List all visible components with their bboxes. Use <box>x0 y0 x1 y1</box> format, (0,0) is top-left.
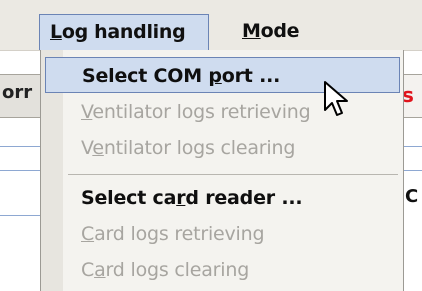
background-tab-right-text: s <box>404 83 414 107</box>
menu-mode-label: ode <box>260 20 300 42</box>
menu-item-mnemonic: e <box>92 137 104 159</box>
menu-item-card-logs-clearing[interactable]: Card logs clearing <box>41 252 403 288</box>
menu-item-label-post: ort ... <box>221 65 281 87</box>
menu-item-mnemonic: a <box>94 259 106 281</box>
menu-item-ventilator-logs-clearing[interactable]: Ventilator logs clearing <box>41 130 403 166</box>
background-divider <box>0 146 40 147</box>
menu-item-label-post: ard logs retrieving <box>94 223 265 245</box>
menu-item-mnemonic: p <box>208 65 222 87</box>
menu-log-handling-mnemonic: L <box>50 21 62 43</box>
menu-item-card-logs-retrieving[interactable]: Card logs retrieving <box>41 216 403 252</box>
menu-item-label-pre: V <box>81 137 93 159</box>
menu-item-mnemonic: V <box>81 101 93 123</box>
background-divider <box>404 170 422 171</box>
menu-separator <box>68 174 398 175</box>
menu-item-select-card-reader[interactable]: Select card reader ... <box>41 180 403 216</box>
background-divider <box>404 146 422 147</box>
background-divider <box>0 170 40 171</box>
menu-mode-mnemonic: M <box>242 20 261 42</box>
menu-item-label-post: ntilator logs clearing <box>103 137 296 159</box>
menu-item-label-pre: Select ca <box>81 187 177 209</box>
menu-item-mnemonic: r <box>176 187 186 209</box>
menu-bar: Log handling Mode <box>0 0 422 51</box>
menu-item-label-post: d reader ... <box>185 187 303 209</box>
arrow-pointer-icon <box>324 81 348 116</box>
menu-item-label-pre: C <box>81 259 95 281</box>
menu-item-mnemonic: C <box>81 223 95 245</box>
menu-item-label-post: entilator logs retrieving <box>92 101 311 123</box>
background-tab-left-text: orr <box>2 82 33 103</box>
background-right-text: C <box>405 186 419 207</box>
menu-mode[interactable]: Mode <box>242 14 300 50</box>
background-tab-right: s <box>404 74 422 118</box>
menu-item-label-pre: Select COM <box>82 65 209 87</box>
background-divider <box>0 215 40 216</box>
menu-log-handling[interactable]: Log handling <box>39 14 209 50</box>
menu-log-handling-label: og handling <box>61 21 186 43</box>
menu-item-label-post: rd logs clearing <box>105 259 250 281</box>
